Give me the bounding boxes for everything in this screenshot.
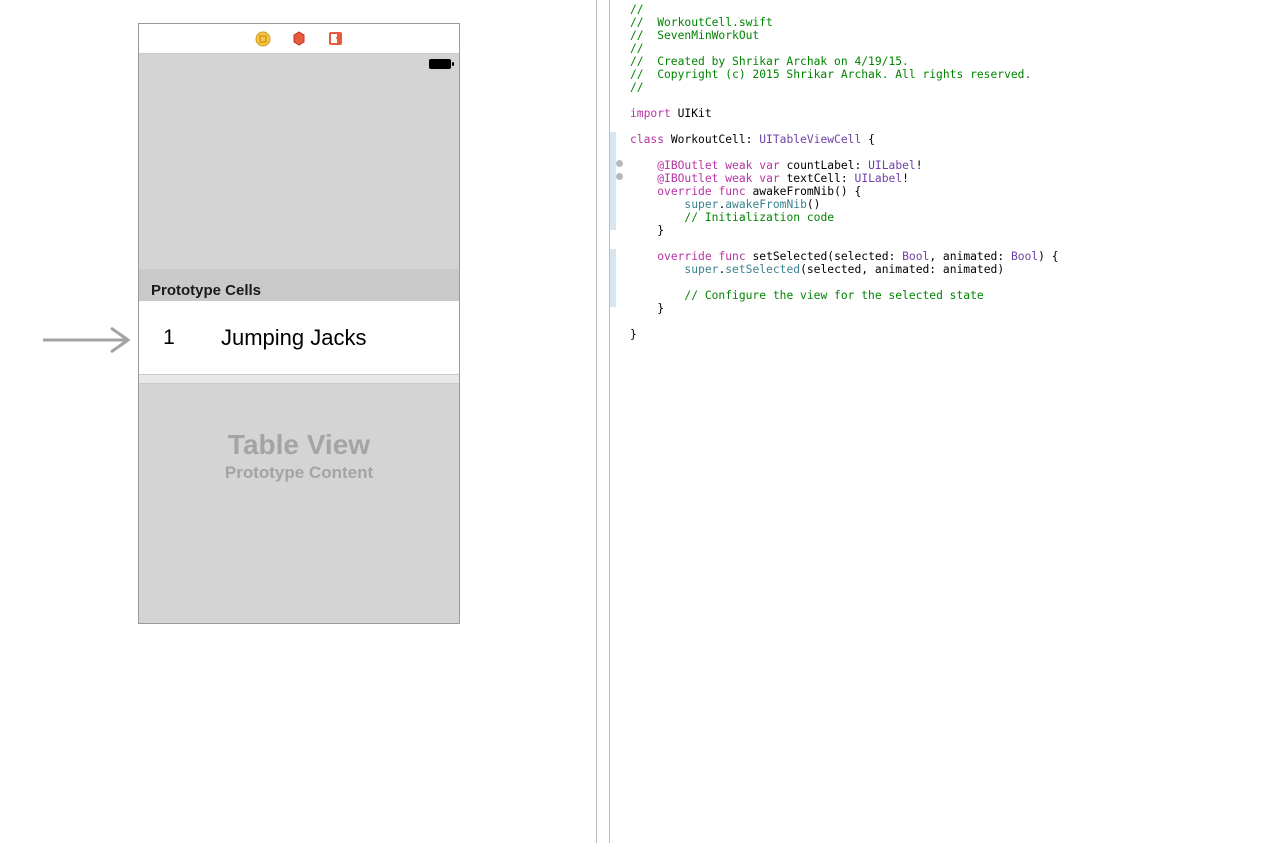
comment-line: // Copyright (c) 2015 Shrikar Archak. Al… xyxy=(630,68,1031,81)
source-code[interactable]: // // WorkoutCell.swift // SevenMinWorkO… xyxy=(630,0,1059,843)
keyword-class: class xyxy=(630,133,664,146)
comment-line: // Configure the view for the selected s… xyxy=(684,289,983,302)
keyword-iboutlet: @IBOutlet xyxy=(657,172,718,185)
viewcontroller-icon[interactable] xyxy=(255,31,271,47)
keyword-func: func xyxy=(718,250,745,263)
call-args: (selected, animated: animated) xyxy=(800,263,1004,276)
comment-line: // WorkoutCell.swift xyxy=(630,16,773,29)
editor-gutter xyxy=(610,0,630,843)
keyword-import: import xyxy=(630,107,671,120)
keyword-func: func xyxy=(718,185,745,198)
type-ref: UITableViewCell xyxy=(759,133,861,146)
brace: } xyxy=(657,302,664,315)
func-sig: setSelected(selected: xyxy=(746,250,902,263)
prototype-cells-header: Prototype Cells xyxy=(139,269,459,301)
keyword-super: super xyxy=(684,263,718,276)
parens: () xyxy=(807,198,821,211)
brace: } xyxy=(657,224,664,237)
keyword-super: super xyxy=(684,198,718,211)
comment-line: // Created by Shrikar Archak on 4/19/15. xyxy=(630,55,909,68)
property-decl: textCell: xyxy=(780,172,855,185)
keyword-var: var xyxy=(759,172,779,185)
keyword-var: var xyxy=(759,159,779,172)
module-name: UIKit xyxy=(671,107,712,120)
keyword-weak: weak xyxy=(725,159,752,172)
bang: ! xyxy=(902,172,909,185)
keyword-iboutlet: @IBOutlet xyxy=(657,159,718,172)
keyword-override: override xyxy=(657,250,711,263)
func-sig: , animated: xyxy=(929,250,1011,263)
outlet-connection-dot-icon[interactable] xyxy=(616,160,623,167)
code-editor-pane[interactable]: // // WorkoutCell.swift // SevenMinWorkO… xyxy=(610,0,1278,843)
change-bar xyxy=(610,132,616,230)
count-label[interactable]: 1 xyxy=(139,326,199,350)
change-bar xyxy=(610,249,616,307)
prototype-cell[interactable]: 1 Jumping Jacks xyxy=(139,301,459,375)
status-bar xyxy=(139,54,459,74)
type-ref: UILabel xyxy=(868,159,916,172)
workout-text-label[interactable]: Jumping Jacks xyxy=(221,325,367,351)
storyboard-scene[interactable]: Prototype Cells 1 Jumping Jacks Table Vi… xyxy=(138,23,460,624)
brace: } xyxy=(630,328,637,341)
scene-toolbar xyxy=(139,24,459,54)
class-name: WorkoutCell: xyxy=(664,133,759,146)
bang: ! xyxy=(916,159,923,172)
battery-icon xyxy=(429,59,451,69)
tableview-title: Table View xyxy=(139,429,459,461)
comment-line: // SevenMinWorkOut xyxy=(630,29,759,42)
type-ref: Bool xyxy=(902,250,929,263)
first-responder-icon[interactable] xyxy=(291,31,307,47)
cell-separator xyxy=(139,375,459,384)
method-call: awakeFromNib xyxy=(725,198,807,211)
brace: { xyxy=(861,133,875,146)
property-decl: countLabel: xyxy=(780,159,868,172)
tableview-placeholder: Table View Prototype Content xyxy=(139,429,459,483)
keyword-weak: weak xyxy=(725,172,752,185)
outlet-connection-dot-icon[interactable] xyxy=(616,173,623,180)
scene-body[interactable]: Prototype Cells 1 Jumping Jacks Table Vi… xyxy=(139,74,459,623)
segue-arrow-icon xyxy=(43,325,138,355)
comment-line: // xyxy=(630,3,644,16)
keyword-override: override xyxy=(657,185,711,198)
func-sig: awakeFromNib() { xyxy=(746,185,862,198)
pane-divider[interactable] xyxy=(596,0,610,843)
type-ref: UILabel xyxy=(855,172,903,185)
func-sig: ) { xyxy=(1038,250,1058,263)
exit-icon[interactable] xyxy=(327,31,343,47)
tableview-subtitle: Prototype Content xyxy=(139,463,459,483)
comment-line: // xyxy=(630,81,644,94)
type-ref: Bool xyxy=(1011,250,1038,263)
interface-builder-pane: Prototype Cells 1 Jumping Jacks Table Vi… xyxy=(0,0,596,843)
comment-line: // xyxy=(630,42,644,55)
comment-line: // Initialization code xyxy=(684,211,834,224)
method-call: setSelected xyxy=(725,263,800,276)
